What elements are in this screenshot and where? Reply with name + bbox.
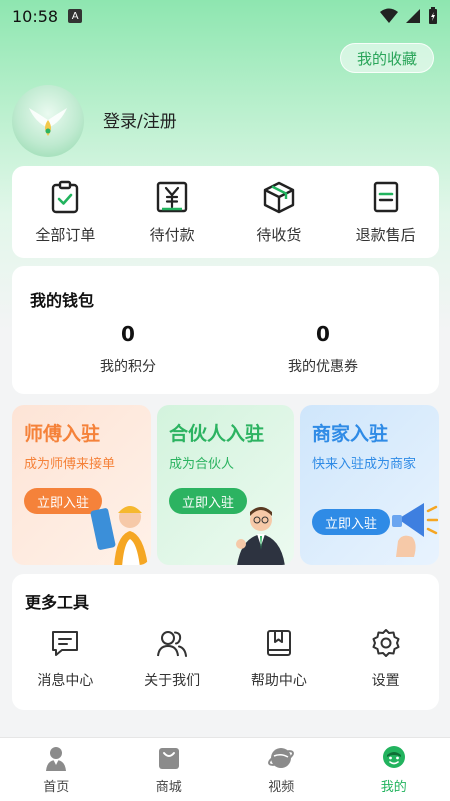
tool-settings[interactable]: 设置 — [332, 628, 439, 690]
coupons-value: 0 — [316, 322, 330, 346]
wallet-coupons[interactable]: 0 我的优惠券 — [243, 322, 403, 376]
order-label: 全部订单 — [35, 225, 96, 244]
merchant-join-button[interactable]: 立即入驻 — [312, 509, 391, 535]
wallet-title: 我的钱包 — [30, 291, 95, 310]
coupons-label: 我的优惠券 — [288, 359, 358, 375]
clipboard-check-icon — [52, 180, 79, 213]
merchant-join-subtitle: 快来入驻成为商家 — [312, 457, 417, 472]
merchant-join-card[interactable]: 商家入驻 快来入驻成为商家 立即入驻 — [300, 405, 439, 565]
tab-mine[interactable]: 我的 — [338, 738, 450, 801]
tab-label: 首页 — [43, 780, 70, 795]
tool-about-us[interactable]: 关于我们 — [119, 628, 226, 690]
tab-video[interactable]: 视频 — [225, 738, 338, 801]
avatar[interactable] — [12, 85, 84, 157]
tool-label: 关于我们 — [144, 673, 201, 689]
wifi-icon — [380, 8, 398, 23]
points-value: 0 — [121, 322, 135, 346]
tab-home[interactable]: 首页 — [0, 738, 113, 801]
master-join-title: 师傅入驻 — [24, 423, 101, 445]
order-item-pending-payment[interactable]: 待付款 — [119, 166, 226, 258]
message-icon — [52, 631, 79, 656]
signal-icon — [406, 9, 420, 23]
merchant-join-title: 商家入驻 — [312, 423, 389, 445]
status-time: 10:58 — [12, 6, 59, 26]
partner-join-card[interactable]: 合伙人入驻 成为合伙人 立即入驻 — [157, 405, 294, 565]
notification-a-icon: A — [68, 9, 83, 23]
tab-label: 视频 — [268, 780, 295, 795]
profile-face-icon — [382, 746, 405, 768]
login-register-link[interactable]: 登录/注册 — [103, 107, 177, 132]
tool-help-center[interactable]: 帮助中心 — [226, 628, 333, 690]
master-join-subtitle: 成为师傅来接单 — [24, 457, 116, 472]
tab-mall[interactable]: 商城 — [113, 738, 226, 801]
tab-label: 我的 — [380, 780, 407, 795]
refund-doc-icon — [373, 181, 398, 212]
users-icon — [157, 631, 188, 657]
bottom-tab-bar: 首页 商城 视频 我的 — [0, 737, 450, 801]
home-person-icon — [46, 747, 67, 771]
points-label: 我的积分 — [100, 359, 156, 375]
tools-title: 更多工具 — [25, 593, 90, 612]
tool-label: 设置 — [371, 673, 400, 689]
order-item-refund[interactable]: 退款售后 — [332, 166, 439, 258]
worker-illustration — [90, 506, 148, 565]
order-item-pending-receipt[interactable]: 待收货 — [226, 166, 333, 258]
master-join-card[interactable]: 师傅入驻 成为师傅来接单 立即入驻 — [12, 405, 151, 565]
battery-icon — [429, 7, 437, 24]
tools-row: 消息中心 关于我们 帮助中心 设置 — [12, 628, 439, 690]
orders-card: 全部订单 待付款 待收货 退款售后 — [12, 166, 439, 258]
tool-message-center[interactable]: 消息中心 — [12, 628, 119, 690]
wallet-card: 我的钱包 0 我的积分 0 我的优惠券 — [12, 266, 439, 394]
tab-label: 商城 — [155, 780, 182, 795]
order-item-all[interactable]: 全部订单 — [12, 166, 119, 258]
tools-card: 更多工具 消息中心 关于我们 帮助中心 设置 — [12, 574, 439, 710]
planet-icon — [268, 748, 295, 768]
businessman-illustration — [236, 507, 285, 565]
partner-join-subtitle: 成为合伙人 — [169, 457, 235, 472]
shopping-bag-icon — [158, 748, 179, 769]
gear-icon — [372, 629, 400, 657]
logo-icon — [29, 108, 67, 136]
order-label: 待收货 — [256, 225, 302, 244]
partner-join-title: 合伙人入驻 — [169, 423, 265, 445]
megaphone-illustration — [392, 503, 438, 557]
favorites-button[interactable]: 我的收藏 — [339, 43, 434, 73]
book-icon — [266, 630, 291, 656]
status-bar: 10:58 A — [0, 0, 450, 32]
order-label: 退款售后 — [355, 225, 416, 244]
wallet-points[interactable]: 0 我的积分 — [48, 322, 208, 376]
package-box-icon — [263, 181, 295, 213]
status-icons — [380, 7, 438, 25]
tool-label: 消息中心 — [37, 673, 94, 689]
yen-box-icon — [156, 181, 188, 212]
order-label: 待付款 — [149, 225, 195, 244]
tool-label: 帮助中心 — [250, 673, 307, 689]
